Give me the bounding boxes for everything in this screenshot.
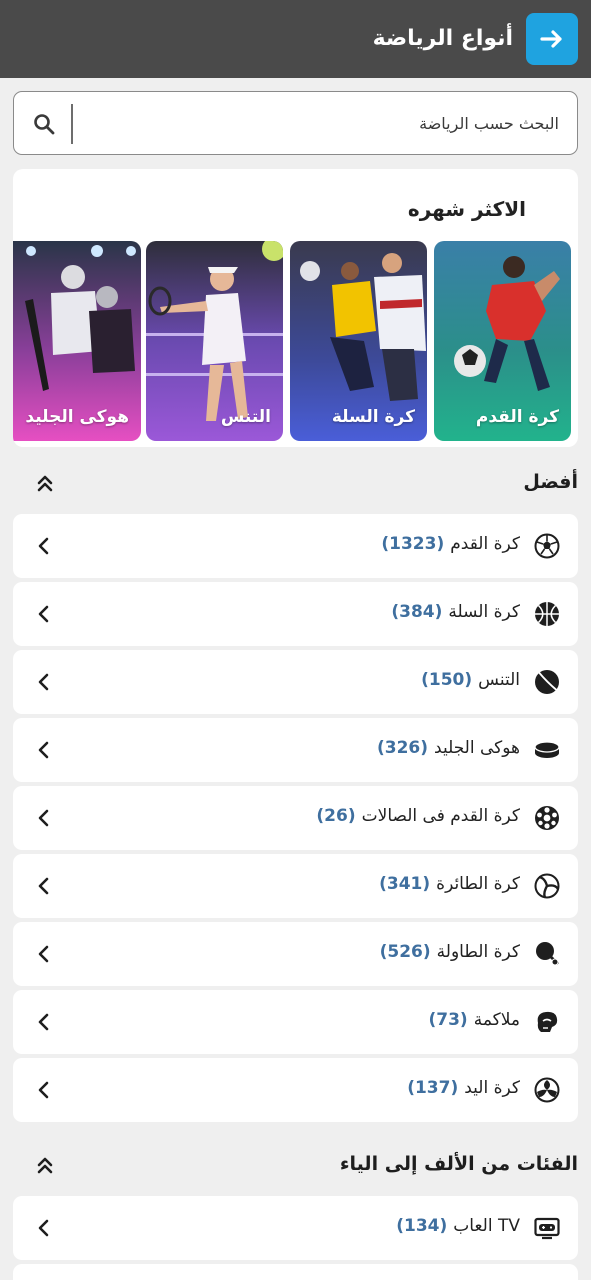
tennis-ball-icon	[535, 670, 559, 694]
sport-row-label: كرة اليد(137)	[407, 1078, 520, 1098]
page-title: أنواع الرياضة	[372, 26, 513, 51]
ping-pong-icon	[536, 942, 559, 966]
sport-row-handball[interactable]: كرة اليد(137)	[13, 1058, 578, 1122]
sport-row-count: (26)	[316, 806, 356, 826]
sport-row-football[interactable]: كرة القدم(1323)	[13, 514, 578, 578]
sport-row-label: هوكى الجليد(326)	[376, 738, 520, 758]
card-ice-hockey[interactable]: هوكى الجليد	[13, 241, 141, 441]
basketball-icon	[535, 602, 559, 626]
sport-row-count: (73)	[428, 1010, 468, 1030]
az-section-title: الفئات من الألف إلى الياء	[339, 1153, 578, 1175]
card-football[interactable]: كرة القدم	[434, 241, 571, 441]
sport-row-count: (341)	[379, 874, 431, 894]
sport-row-boxing[interactable]: ملاكمة(73)	[13, 990, 578, 1054]
hockey-puck-icon	[534, 741, 560, 758]
sport-row-count: (326)	[376, 738, 429, 758]
boxing-glove-icon	[537, 1011, 558, 1032]
card-tennis[interactable]: التنس	[146, 241, 283, 441]
sport-row-label: كرة الطائرة(341)	[379, 874, 520, 894]
search-divider	[71, 104, 73, 144]
chevron-left-icon	[38, 809, 49, 827]
tv-gamepad-icon	[534, 1217, 560, 1240]
chevron-left-icon	[38, 605, 49, 623]
search-box[interactable]	[13, 91, 578, 155]
card-label: كرة القدم	[475, 407, 559, 427]
sport-row-count: (150)	[421, 670, 473, 690]
sport-row-label: كرة الطاولة(526)	[379, 942, 520, 962]
sport-row-count: (134)	[396, 1216, 448, 1236]
chevron-left-icon	[38, 1081, 49, 1099]
card-basketball[interactable]: كرة السلة	[290, 241, 427, 441]
arrow-right-icon	[540, 30, 562, 48]
card-label: هوكى الجليد	[25, 407, 129, 427]
sport-row-tennis[interactable]: التنس(150)	[13, 650, 578, 714]
search-icon[interactable]	[32, 112, 56, 136]
volleyball-icon	[534, 873, 560, 899]
sport-row-label: كرة السلة(384)	[391, 602, 520, 622]
card-label: التنس	[220, 407, 271, 427]
card-label: كرة السلة	[331, 407, 415, 427]
sport-row-table-tennis[interactable]: كرة الطاولة(526)	[13, 922, 578, 986]
sport-row-volleyball[interactable]: كرة الطائرة(341)	[13, 854, 578, 918]
sport-row-futsal[interactable]: كرة القدم فى الصالات(26)	[13, 786, 578, 850]
az-section-header[interactable]: الفئات من الألف إلى الياء	[13, 1145, 578, 1185]
sport-row-ice-hockey[interactable]: هوكى الجليد(326)	[13, 718, 578, 782]
chevron-left-icon	[38, 673, 49, 691]
back-button[interactable]	[526, 13, 578, 65]
sport-row-tv-games[interactable]: TV العاب(134)	[13, 1196, 578, 1260]
sport-row-count: (384)	[391, 602, 443, 622]
sport-row-count: (526)	[379, 942, 431, 962]
sport-row-partial[interactable]	[13, 1264, 578, 1280]
chevron-left-icon	[38, 1219, 49, 1237]
popular-title: الاكثر شهره	[407, 197, 526, 221]
chevron-left-icon	[38, 537, 49, 555]
sport-row-basketball[interactable]: كرة السلة(384)	[13, 582, 578, 646]
popular-section: الاكثر شهره كرة القدم كرة السلة التنس هو…	[13, 169, 578, 447]
handball-icon	[534, 1077, 560, 1103]
sport-row-count: (137)	[407, 1078, 459, 1098]
soccer-ball-icon	[534, 533, 560, 559]
best-section-header[interactable]: أفضل	[13, 463, 578, 503]
sport-row-label: كرة القدم(1323)	[381, 534, 520, 554]
sport-row-label: ملاكمة(73)	[428, 1010, 520, 1030]
chevron-left-icon	[38, 877, 49, 895]
double-chevron-up-icon[interactable]	[35, 473, 55, 493]
sport-row-count: (1323)	[381, 534, 445, 554]
sport-row-label: كرة القدم فى الصالات(26)	[316, 806, 520, 826]
sport-row-label: TV العاب(134)	[396, 1216, 520, 1236]
chevron-left-icon	[38, 1013, 49, 1031]
best-section-title: أفضل	[523, 471, 578, 493]
futsal-ball-icon	[535, 806, 559, 830]
chevron-left-icon	[38, 741, 49, 759]
chevron-left-icon	[38, 945, 49, 963]
sport-row-label: التنس(150)	[421, 670, 520, 690]
search-input[interactable]	[109, 106, 559, 140]
app-header: أنواع الرياضة	[0, 0, 591, 78]
double-chevron-up-icon[interactable]	[35, 1155, 55, 1175]
